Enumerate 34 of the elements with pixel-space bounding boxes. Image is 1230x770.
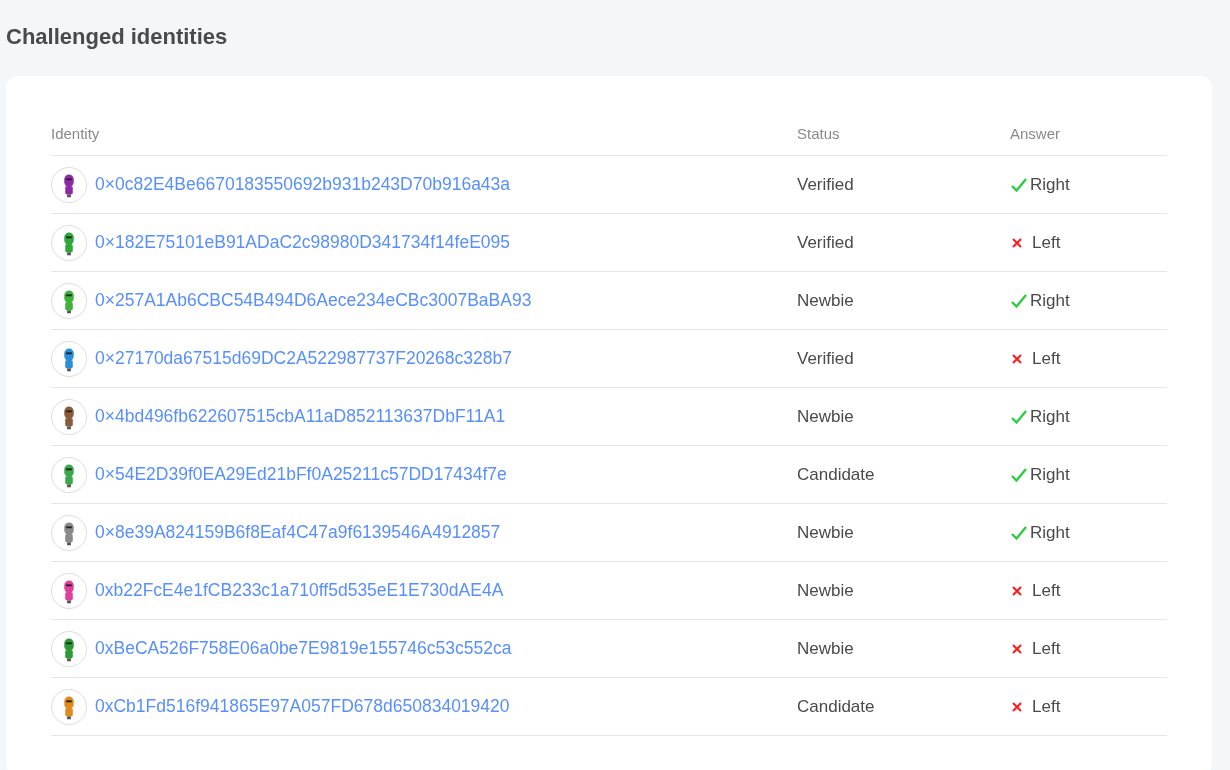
identity-address-link[interactable]: 0xb22FcE4e1fCB233c1a710ff5d535eE1E730dAE4A <box>95 580 504 601</box>
identity-address-link[interactable]: 0×8e39A824159B6f8Eaf4C47a9f6139546A4912857 <box>95 522 501 543</box>
status-cell-text: Newbie <box>797 406 855 427</box>
column-header: Answer <box>1010 125 1062 142</box>
page-title: Challenged identities <box>6 23 229 51</box>
identity-address-link[interactable]: 0×27170da67515d69DC2A522987737F20268c328b7 <box>95 348 512 369</box>
answer-text: Left <box>1032 232 1061 253</box>
answer-text: Left <box>1032 580 1061 601</box>
column-header: Identity <box>51 125 101 142</box>
status-cell-text: Newbie <box>797 522 855 543</box>
answer-text: Left <box>1032 696 1061 717</box>
status-cell-text: Newbie <box>797 638 855 659</box>
answer-text: Right <box>1030 290 1070 311</box>
status-cell-text: Candidate <box>797 464 876 485</box>
identity-address-link[interactable]: 0xBeCA526F758E06a0be7E9819e155746c53c552ca <box>95 638 512 659</box>
answer-text: Right <box>1030 406 1070 427</box>
identity-address-link[interactable]: 0×257A1Ab6CBC54B494D6Aece234eCBc3007BaBA93 <box>95 290 532 311</box>
answer-text: Right <box>1030 522 1070 543</box>
answer-text: Right <box>1030 464 1070 485</box>
identity-address-link[interactable]: 0×54E2D39f0EA29Ed21bFf0A25211c57DD17434f7e <box>95 464 507 485</box>
answer-text: Left <box>1032 348 1061 369</box>
identity-address-link[interactable]: 0×4bd496fb622607515cbA11aD852113637DbF11A1 <box>95 406 506 427</box>
status-cell-text: Verified <box>797 348 855 369</box>
identity-address-link[interactable]: 0xCb1Fd516f941865E97A057FD678d650834019420 <box>95 696 510 717</box>
status-cell-text: Newbie <box>797 290 855 311</box>
answer-text: Right <box>1030 174 1070 195</box>
status-cell-text: Newbie <box>797 580 855 601</box>
identity-address-link[interactable]: 0×182E75101eB91ADaC2c98980D341734f14feE095 <box>95 232 510 253</box>
column-header: Status <box>797 125 841 142</box>
status-cell-text: Candidate <box>797 696 876 717</box>
status-cell-text: Verified <box>797 174 855 195</box>
answer-text: Left <box>1032 638 1061 659</box>
identity-address-link[interactable]: 0×0c82E4Be6670183550692b931b243D70b916a43a <box>95 174 511 195</box>
status-cell-text: Verified <box>797 232 855 253</box>
